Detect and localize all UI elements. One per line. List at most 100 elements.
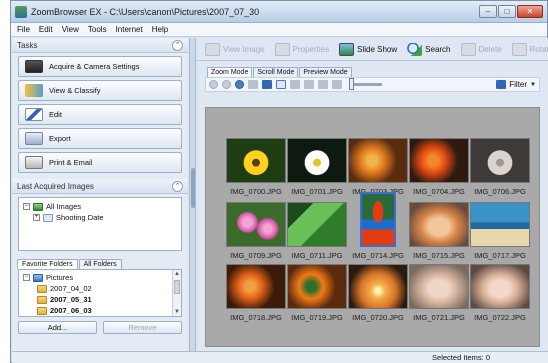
thumbnail-image[interactable] — [409, 202, 469, 247]
thumbnail-image[interactable] — [287, 264, 347, 309]
menu-edit[interactable]: Edit — [39, 25, 53, 34]
thumbnail-image[interactable] — [226, 264, 286, 309]
pointer-tool-icon[interactable] — [276, 80, 286, 89]
add-folder-button[interactable]: Add... — [18, 321, 97, 334]
tab-zoom-mode[interactable]: Zoom Mode — [207, 67, 253, 77]
scroll-up-icon[interactable]: ▲ — [173, 270, 181, 278]
task-edit-button[interactable]: Edit — [18, 104, 182, 125]
slider-knob[interactable] — [349, 78, 354, 90]
fit-window-icon[interactable] — [332, 80, 342, 89]
scroll-thumb[interactable] — [174, 280, 180, 294]
tasks-header: Tasks ⌃ — [12, 38, 188, 53]
chevron-down-icon: ▼ — [530, 81, 536, 88]
folder-item-2007-05-31[interactable]: 2007_05_31 — [23, 294, 177, 305]
search-label: Search — [425, 44, 451, 54]
splitter-grip[interactable] — [191, 168, 195, 208]
maximize-button[interactable]: □ — [498, 5, 516, 18]
folders-scrollbar[interactable]: ▲ ▼ — [172, 270, 181, 316]
menu-help[interactable]: Help — [152, 25, 168, 34]
window-controls: – □ ✕ — [479, 5, 543, 18]
zoom-out-icon[interactable] — [304, 80, 314, 89]
tab-favorite-folders[interactable]: Favorite Folders — [17, 259, 78, 269]
pane-splitter[interactable] — [189, 38, 196, 351]
remove-folder-button[interactable]: Remove — [103, 321, 182, 334]
thumbnail-image[interactable] — [287, 138, 347, 183]
thumbnail-filename: IMG_0722.JPG — [474, 313, 526, 322]
folders-icon — [25, 84, 43, 97]
app-logo-icon — [15, 5, 27, 18]
task-print-email-button[interactable]: Print & Email — [18, 152, 182, 173]
tree-item-all-images[interactable]: − All Images — [23, 201, 177, 212]
pictures-folder-icon — [33, 273, 43, 282]
thumbnail-image[interactable] — [226, 202, 286, 247]
delete-button[interactable]: Delete — [457, 40, 506, 59]
slideshow-button[interactable]: Slide Show — [335, 40, 401, 59]
select-dropdown-icon[interactable] — [248, 80, 258, 89]
thumbnail-filename: IMG_0711.JPG — [291, 251, 343, 260]
right-pane: View Image Properties Slide Show Search … — [197, 38, 548, 351]
info-dropdown-icon[interactable] — [262, 80, 272, 89]
collapse-last-acquired-icon[interactable]: ⌃ — [172, 180, 183, 192]
folder-item-2007-04-02[interactable]: 2007_04_02 — [23, 283, 177, 294]
left-pane: Tasks ⌃ Acquire & Camera Settings View &… — [12, 38, 188, 351]
filter-icon — [496, 80, 507, 89]
thumbnail-filename: IMG_0719.JPG — [291, 313, 343, 322]
tab-scroll-mode[interactable]: Scroll Mode — [253, 67, 299, 77]
tab-preview-mode[interactable]: Preview Mode — [299, 67, 352, 77]
search-button[interactable]: Search — [403, 40, 454, 59]
folder-buttons: Add... Remove — [18, 321, 182, 334]
thumbnail-image[interactable] — [409, 264, 469, 309]
title-bar: ZoomBrowser EX - C:\Users\canon\Pictures… — [11, 1, 547, 23]
menu-tools[interactable]: Tools — [88, 25, 107, 34]
thumbnail-image[interactable] — [409, 138, 469, 183]
properties-icon — [274, 42, 290, 56]
properties-button[interactable]: Properties — [271, 40, 333, 59]
menu-view[interactable]: View — [62, 25, 79, 34]
view-image-button[interactable]: View Image — [201, 40, 269, 59]
slideshow-icon — [339, 42, 355, 56]
expander-icon[interactable]: − — [23, 203, 30, 210]
thumbnail-image[interactable] — [226, 138, 286, 183]
thumbnail-image[interactable] — [348, 138, 408, 183]
slideshow-label: Slide Show — [357, 44, 398, 54]
thumbnail-image[interactable] — [470, 138, 530, 183]
expander-icon[interactable]: + — [33, 214, 40, 221]
printer-icon — [25, 156, 43, 169]
task-acquire-button[interactable]: Acquire & Camera Settings — [18, 56, 182, 77]
view-image-label: View Image — [223, 44, 265, 54]
menu-file[interactable]: File — [17, 25, 30, 34]
forward-icon[interactable] — [222, 80, 231, 89]
task-edit-label: Edit — [49, 110, 62, 119]
tree-item-shooting-date[interactable]: + Shooting Date — [23, 212, 177, 223]
last-acquired-tree: − All Images + Shooting Date — [18, 197, 182, 251]
thumbnail-image[interactable] — [470, 202, 530, 247]
folder-item-2007-06-03[interactable]: 2007_06_03 — [23, 305, 177, 316]
folder-item-label: 2007_06_03 — [50, 306, 92, 315]
search-icon — [407, 42, 423, 56]
minimize-button[interactable]: – — [479, 5, 497, 18]
collapse-tasks-icon[interactable]: ⌃ — [172, 39, 183, 51]
expander-icon[interactable]: − — [23, 274, 30, 281]
menu-internet[interactable]: Internet — [116, 25, 143, 34]
task-export-button[interactable]: Export — [18, 128, 182, 149]
task-view-classify-button[interactable]: View & Classify — [18, 80, 182, 101]
rotate-button[interactable]: Rotat — [508, 40, 548, 59]
last-acquired-header: Last Acquired Images ⌃ — [12, 179, 188, 194]
app-window: ZoomBrowser EX - C:\Users\canon\Pictures… — [10, 0, 548, 363]
thumbnail-image[interactable] — [348, 264, 408, 309]
thumbnail-size-slider[interactable] — [349, 78, 382, 90]
filter-dropdown[interactable]: Filter ▼ — [496, 80, 536, 89]
up-folder-icon[interactable] — [235, 80, 244, 89]
thumbnail-image[interactable] — [287, 202, 347, 247]
thumbnail-filename: IMG_0721.JPG — [413, 313, 465, 322]
zoom-fit-icon[interactable] — [318, 80, 328, 89]
scroll-down-icon[interactable]: ▼ — [173, 308, 181, 316]
zoom-in-icon[interactable] — [290, 80, 300, 89]
folder-item-pictures[interactable]: − Pictures — [23, 272, 177, 283]
close-button[interactable]: ✕ — [517, 5, 543, 18]
thumbnail-image[interactable] — [360, 192, 396, 247]
thumbnail-image[interactable] — [470, 264, 530, 309]
back-icon[interactable] — [209, 80, 218, 89]
tab-all-folders[interactable]: All Folders — [78, 259, 122, 269]
folder-item-label: 2007_05_31 — [50, 295, 92, 304]
